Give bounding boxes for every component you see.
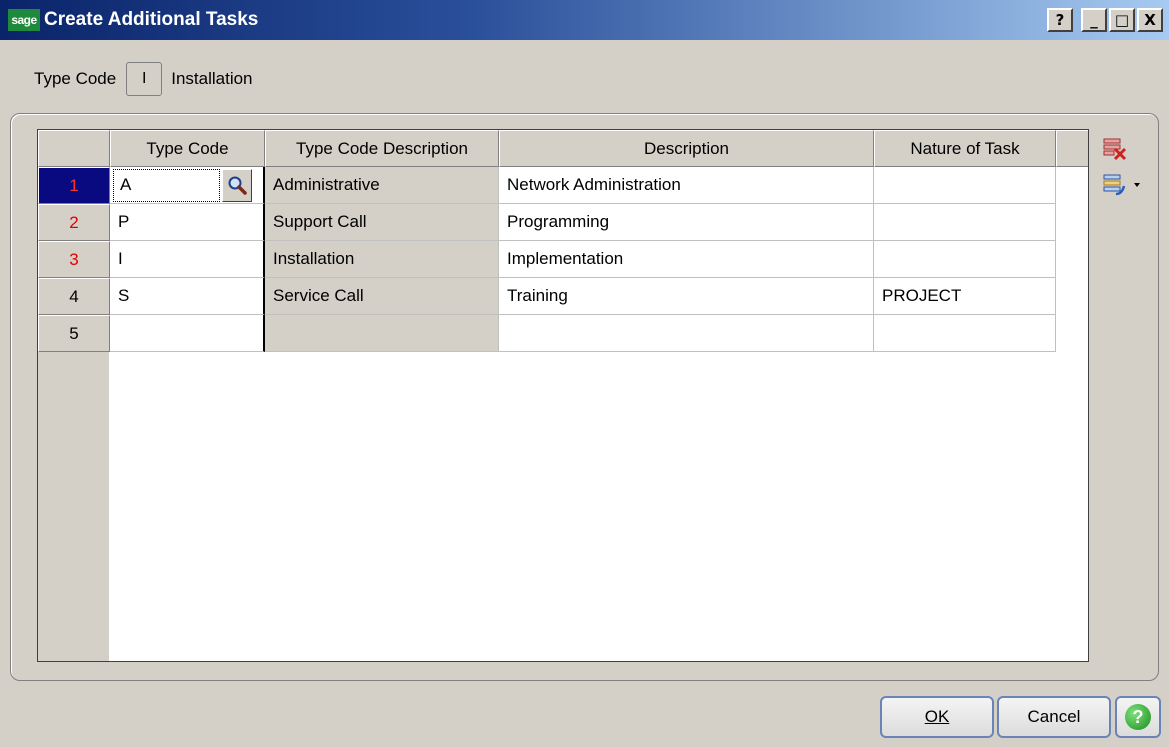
nature-of-task-cell[interactable] <box>874 167 1056 204</box>
row-number[interactable]: 5 <box>38 315 110 352</box>
type-code-cell[interactable]: A <box>110 167 265 204</box>
minimize-button[interactable]: _ <box>1081 8 1107 32</box>
insert-row-dropdown-icon <box>1103 174 1140 196</box>
type-code-description-cell: Administrative <box>265 167 499 204</box>
type-code-input[interactable]: A <box>113 168 220 202</box>
lookup-button[interactable] <box>222 168 252 202</box>
type-code-description-cell <box>265 315 499 352</box>
type-code-label: Type Code <box>34 69 117 88</box>
type-code-cell[interactable]: S <box>110 278 265 315</box>
nature-of-task-cell[interactable]: PROJECT <box>874 278 1056 315</box>
type-code-cell[interactable] <box>110 315 265 352</box>
type-code-header: Type Code I Installation <box>34 62 253 96</box>
type-code-description-cell: Installation <box>265 241 499 278</box>
header-nature-of-task[interactable]: Nature of Task <box>874 130 1056 167</box>
table-row[interactable]: 3 I Installation Implementation <box>38 241 1056 278</box>
magnifier-icon <box>228 176 247 195</box>
header-row-number <box>38 130 110 167</box>
nature-of-task-cell[interactable] <box>874 241 1056 278</box>
type-code-field: I <box>126 62 163 96</box>
context-help-button[interactable]: ? <box>1047 8 1073 32</box>
type-code-description-cell: Support Call <box>265 204 499 241</box>
cancel-button[interactable]: Cancel <box>997 696 1111 738</box>
header-filler <box>1056 130 1088 167</box>
header-description[interactable]: Description <box>499 130 874 167</box>
help-button[interactable]: ? <box>1115 696 1161 738</box>
ok-button-label: OK <box>924 707 950 726</box>
description-cell[interactable]: Training <box>499 278 874 315</box>
delete-row-icon <box>1103 138 1127 161</box>
nature-of-task-cell[interactable] <box>874 204 1056 241</box>
maximize-button[interactable]: □ <box>1109 8 1135 32</box>
ok-button[interactable]: OK <box>880 696 994 738</box>
insert-row-button[interactable] <box>1102 167 1142 203</box>
row-number[interactable]: 2 <box>38 204 110 241</box>
delete-row-button[interactable] <box>1102 131 1142 167</box>
description-cell[interactable]: Network Administration <box>499 167 874 204</box>
description-cell[interactable]: Programming <box>499 204 874 241</box>
title-bar-buttons: ? _ □ X <box>1047 8 1163 32</box>
row-number[interactable]: 1 <box>38 167 110 204</box>
nature-of-task-cell[interactable] <box>874 315 1056 352</box>
table-row[interactable]: 1 A Administrative Network Administratio… <box>38 167 1056 204</box>
type-code-description-cell: Service Call <box>265 278 499 315</box>
help-icon: ? <box>1125 704 1151 730</box>
sage-logo: sage <box>8 9 40 31</box>
row-number[interactable]: 3 <box>38 241 110 278</box>
type-code-cell[interactable]: P <box>110 204 265 241</box>
type-code-description: Installation <box>171 69 253 88</box>
description-cell[interactable]: Implementation <box>499 241 874 278</box>
description-cell[interactable] <box>499 315 874 352</box>
table-row[interactable]: 5 <box>38 315 1056 352</box>
tasks-grid[interactable]: Type Code Type Code Description Descript… <box>37 129 1089 662</box>
cancel-button-label: Cancel <box>1027 707 1081 726</box>
row-number[interactable]: 4 <box>38 278 110 315</box>
header-type-code[interactable]: Type Code <box>110 130 265 167</box>
window-title: Create Additional Tasks <box>44 9 259 30</box>
type-code-cell[interactable]: I <box>110 241 265 278</box>
table-row[interactable]: 4 S Service Call Training PROJECT <box>38 278 1056 315</box>
grid-toolbar <box>1102 131 1142 203</box>
table-row[interactable]: 2 P Support Call Programming <box>38 204 1056 241</box>
close-button[interactable]: X <box>1137 8 1163 32</box>
header-type-code-description[interactable]: Type Code Description <box>265 130 499 167</box>
title-bar: sage Create Additional Tasks ? _ □ X <box>0 0 1169 40</box>
grid-header: Type Code Type Code Description Descript… <box>38 130 1088 167</box>
